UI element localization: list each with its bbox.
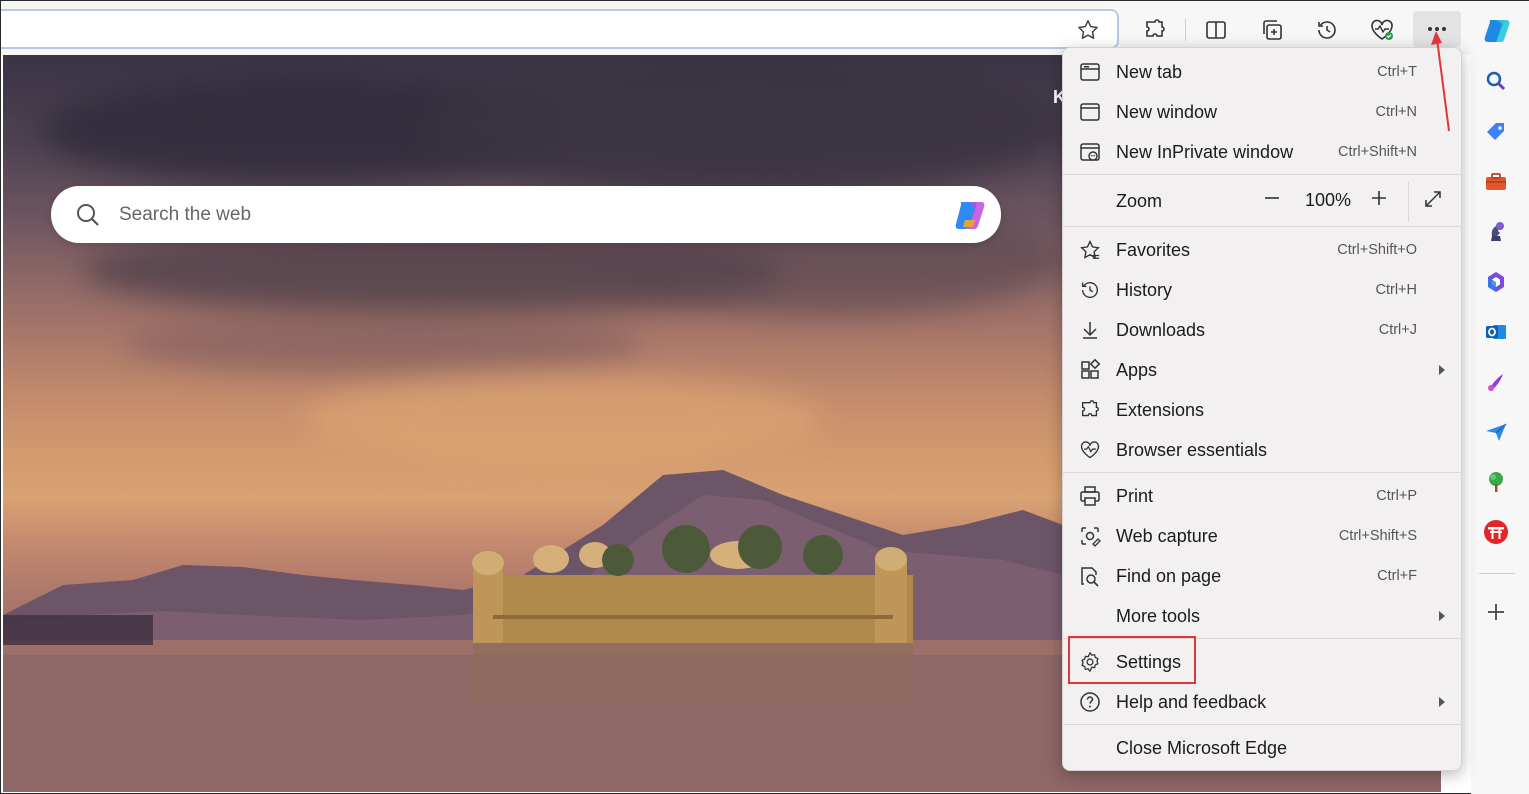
menu-item-browser-essentials[interactable]: Browser essentials [1063,430,1461,470]
favorite-star-icon[interactable] [1075,18,1101,42]
new-tab-icon [1079,61,1101,83]
menu-item-zoom: Zoom 100% [1063,180,1461,222]
copilot-icon[interactable] [951,196,989,234]
menu-item-label: New window [1116,101,1218,122]
menu-item-more-tools[interactable]: More tools [1063,596,1461,636]
menu-item-label: History [1116,279,1173,300]
web-capture-icon [1079,525,1101,547]
copilot-icon[interactable] [1481,17,1513,45]
apps-icon [1079,359,1101,381]
menu-item-shortcut: Ctrl+H [1375,282,1418,298]
menu-item-shortcut: Ctrl+N [1375,104,1418,120]
menu-item-extensions[interactable]: Extensions [1063,390,1461,430]
menu-item-apps[interactable]: Apps [1063,350,1461,390]
inprivate-icon [1079,141,1101,163]
zoom-divider [1408,182,1409,222]
new-window-icon [1079,101,1101,123]
find-on-page-icon [1079,565,1101,587]
microsoft365-icon[interactable] [1483,269,1509,295]
tree-icon[interactable] [1483,469,1509,495]
menu-item-close-edge[interactable]: Close Microsoft Edge [1063,728,1461,768]
menu-item-new-tab[interactable]: New tab Ctrl+T [1063,52,1461,92]
menu-item-label: Help and feedback [1116,691,1267,712]
plus-icon [1372,191,1386,205]
menu-item-label: Favorites [1116,239,1191,260]
shrine-icon[interactable] [1483,519,1509,545]
download-icon [1079,319,1101,341]
zoom-label: Zoom [1116,190,1163,211]
menu-divider [1063,174,1461,175]
add-icon[interactable] [1483,599,1509,625]
designer-icon[interactable] [1483,369,1509,395]
menu-item-shortcut: Ctrl+Shift+O [1337,242,1417,258]
tools-icon[interactable] [1483,169,1509,195]
zoom-in-button[interactable] [1370,189,1388,207]
menu-item-shortcut: Ctrl+J [1378,322,1417,338]
edge-sidebar [1471,1,1529,794]
menu-item-label: Browser essentials [1116,439,1268,460]
outlook-icon[interactable] [1483,319,1509,345]
menu-divider [1063,472,1461,473]
menu-item-shortcut: Ctrl+F [1377,568,1417,584]
zoom-value: 100% [1305,190,1352,210]
address-bar[interactable] [1,9,1119,49]
menu-item-label: Downloads [1116,319,1206,340]
menu-item-shortcut: Ctrl+Shift+S [1338,528,1417,544]
menu-item-favorites[interactable]: Favorites Ctrl+Shift+O [1063,230,1461,270]
favorites-icon [1079,239,1101,261]
menu-item-print[interactable]: Print Ctrl+P [1063,476,1461,516]
submenu-arrow-icon [1439,611,1445,621]
games-icon[interactable] [1483,219,1509,245]
menu-item-help-feedback[interactable]: Help and feedback [1063,682,1461,722]
menu-item-label: Close Microsoft Edge [1116,737,1288,758]
menu-item-web-capture[interactable]: Web capture Ctrl+Shift+S [1063,516,1461,556]
drop-icon[interactable] [1483,419,1509,445]
menu-item-new-window[interactable]: New window Ctrl+N [1063,92,1461,132]
browser-essentials-icon [1079,439,1101,461]
menu-item-shortcut: Ctrl+P [1376,488,1417,504]
settings-highlight-box [1068,636,1196,684]
search-input[interactable] [119,200,939,230]
menu-item-label: Web capture [1116,525,1218,546]
menu-item-new-inprivate[interactable]: New InPrivate window Ctrl+Shift+N [1063,132,1461,172]
menu-item-label: Print [1116,485,1154,506]
sidebar-divider [1479,573,1515,574]
menu-item-downloads[interactable]: Downloads Ctrl+J [1063,310,1461,350]
menu-item-label: New tab [1116,61,1183,82]
help-icon [1079,691,1101,713]
menu-item-find-on-page[interactable]: Find on page Ctrl+F [1063,556,1461,596]
history-icon[interactable] [1313,16,1341,44]
menu-item-label: New InPrivate window [1116,141,1294,162]
menu-item-history[interactable]: History Ctrl+H [1063,270,1461,310]
shopping-tag-icon[interactable] [1483,119,1509,145]
split-screen-icon[interactable] [1202,16,1230,44]
extensions-icon[interactable] [1141,16,1169,44]
menu-item-label: More tools [1116,605,1201,626]
red-annotation-arrow [1431,31,1450,132]
print-icon [1079,485,1101,507]
minus-icon [1265,197,1279,199]
toolbar-divider [1185,19,1186,41]
menu-divider [1063,724,1461,725]
search-icon [75,202,101,228]
menu-item-label: Apps [1116,359,1158,380]
search-box[interactable] [51,186,1001,243]
menu-divider [1063,226,1461,227]
menu-item-label: Extensions [1116,399,1205,420]
submenu-arrow-icon [1439,365,1445,375]
menu-item-label: Find on page [1116,565,1222,586]
zoom-out-button[interactable] [1263,189,1285,207]
collections-icon[interactable] [1258,16,1286,44]
sidebar-search-icon[interactable] [1483,68,1509,94]
extensions-icon [1079,399,1101,421]
menu-item-shortcut: Ctrl+T [1377,64,1417,80]
fullscreen-button[interactable] [1423,189,1443,209]
submenu-arrow-icon [1439,697,1445,707]
menu-item-shortcut: Ctrl+Shift+N [1338,144,1417,160]
fullscreen-icon [1425,191,1441,207]
history-icon [1079,279,1101,301]
browser-essentials-icon[interactable] [1368,16,1396,44]
